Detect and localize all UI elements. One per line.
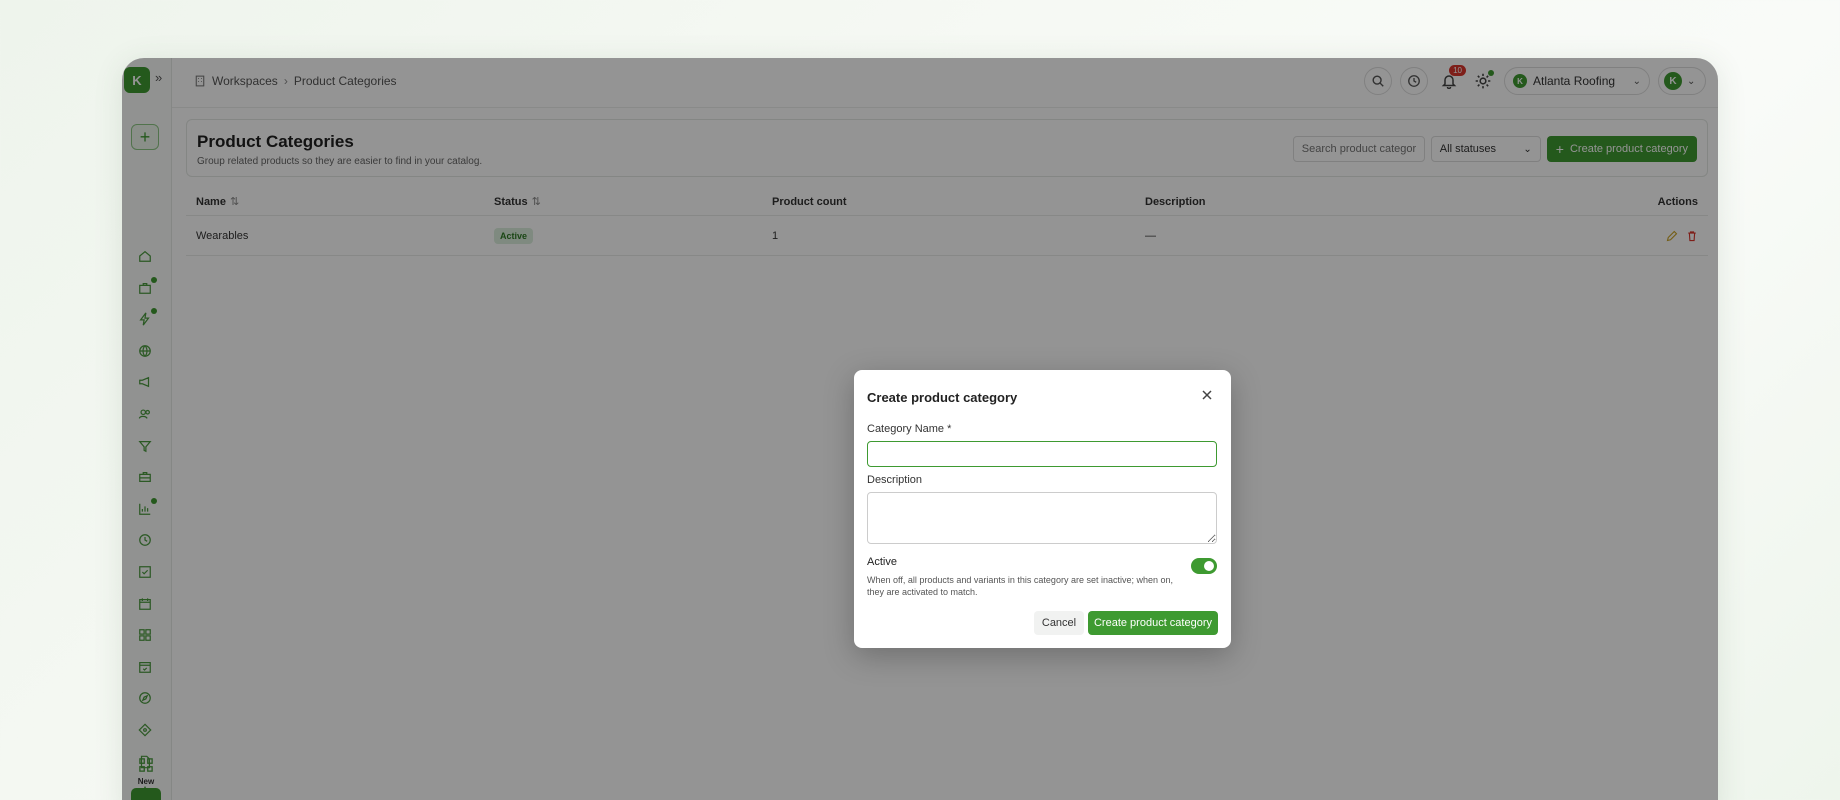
category-name-label: Category Name * <box>867 423 952 435</box>
submit-create-button[interactable]: Create product category <box>1088 611 1218 635</box>
dialog-title: Create product category <box>867 390 1018 405</box>
active-help-text: When off, all products and variants in t… <box>867 575 1173 597</box>
active-toggle[interactable] <box>1191 558 1217 574</box>
close-icon[interactable] <box>1199 387 1215 403</box>
description-label: Description <box>867 474 923 486</box>
create-category-dialog: Create product category Category Name * … <box>854 370 1231 648</box>
cancel-button[interactable]: Cancel <box>1034 611 1084 635</box>
category-name-input[interactable] <box>867 441 1217 467</box>
active-label: Active <box>867 556 897 568</box>
description-textarea[interactable] <box>867 492 1217 544</box>
app-window: K » + New Workspaces › Product Categorie… <box>122 58 1718 800</box>
